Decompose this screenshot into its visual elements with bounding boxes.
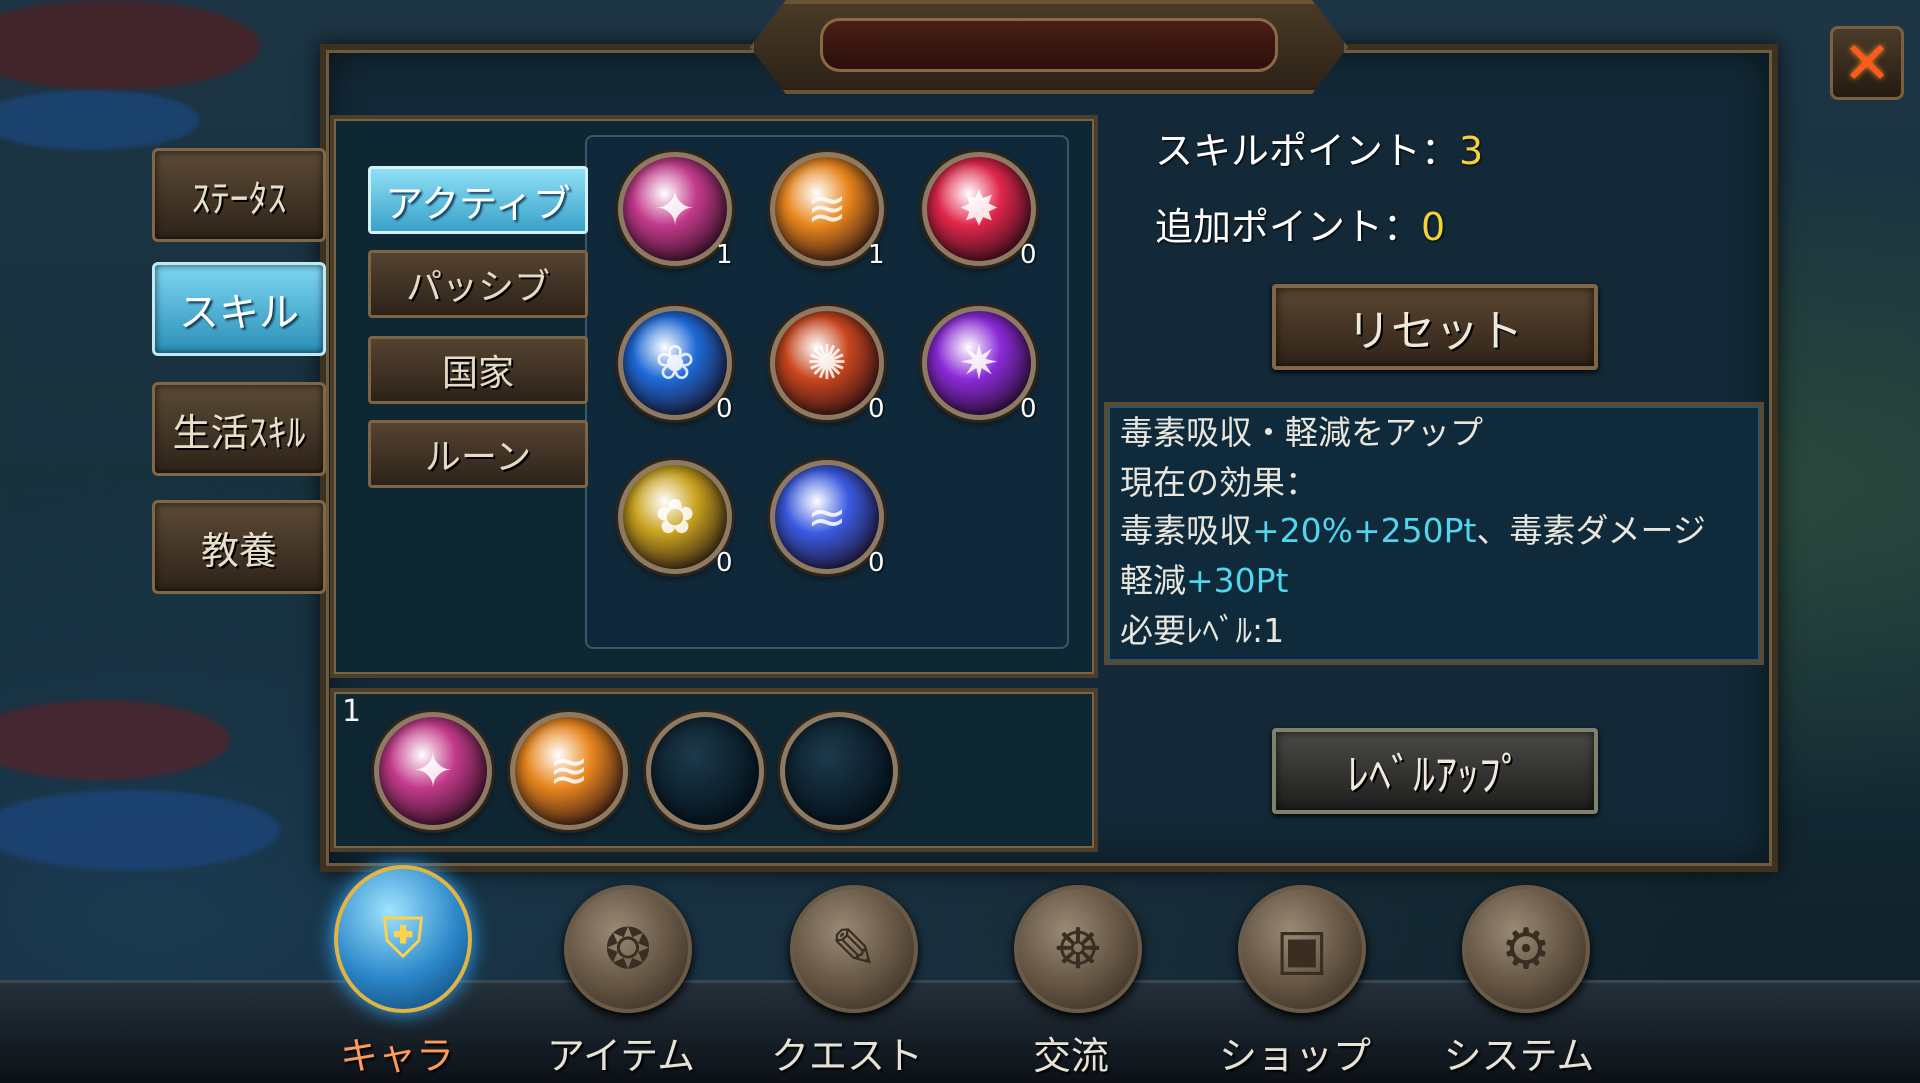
social-dragon-icon: ☸ bbox=[1014, 885, 1142, 1013]
side-tab-skill[interactable]: スキル bbox=[152, 262, 326, 356]
nav-item[interactable]: ⛨ キャラ bbox=[302, 865, 492, 1080]
sub-tab-rune[interactable]: ルーン bbox=[368, 420, 588, 488]
effect-suffix: 、毒素ダメージ bbox=[1476, 511, 1706, 550]
sub-tab-nation[interactable]: 国家 bbox=[368, 336, 588, 404]
description-summary: 毒素吸収・軽減をアップ bbox=[1120, 413, 1483, 452]
starburst-icon: ✸ bbox=[958, 181, 1000, 237]
nav-item[interactable]: ☸ 交流 bbox=[976, 885, 1166, 1080]
golden-lotus-icon: ✿ bbox=[654, 489, 696, 545]
item-bag-icon: ❂ bbox=[564, 885, 692, 1013]
dark-flame-claw-icon: ✦ bbox=[654, 181, 696, 237]
fire-beam-icon: ≋ bbox=[548, 743, 590, 799]
dark-flame-claw-icon: ✦ bbox=[412, 743, 454, 799]
knight-helmet-icon: ⛨ bbox=[334, 865, 472, 1013]
skill-level: 1 bbox=[716, 240, 733, 270]
background-vine bbox=[0, 90, 200, 150]
sub-tab-passive[interactable]: パッシブ bbox=[368, 250, 588, 318]
nav-label: ショップ bbox=[1218, 1034, 1371, 1078]
background-vine bbox=[0, 700, 230, 780]
effect-prefix: 毒素吸収 bbox=[1120, 511, 1252, 550]
system-gear-icon: ⚙ bbox=[1462, 885, 1590, 1013]
skill-points-value: 3 bbox=[1459, 129, 1484, 173]
quickbar-slot[interactable] bbox=[780, 712, 898, 830]
purple-vortex-icon: ✷ bbox=[958, 335, 1000, 391]
blue-wave-icon: ≈ bbox=[806, 489, 848, 545]
skill-orb[interactable]: ✿ bbox=[618, 460, 732, 574]
fire-beam-icon: ≋ bbox=[806, 181, 848, 237]
skill-level: 0 bbox=[716, 394, 733, 424]
skill-orb[interactable]: ≈ bbox=[770, 460, 884, 574]
skill-level: 0 bbox=[1020, 240, 1037, 270]
reduction-value: +30Pt bbox=[1186, 561, 1289, 600]
empty-slot-icon bbox=[651, 717, 759, 825]
skill-level: 1 bbox=[868, 240, 885, 270]
extra-points-value: 0 bbox=[1421, 205, 1446, 249]
nav-item[interactable]: ✎ クエスト bbox=[752, 885, 942, 1080]
skill-level: 0 bbox=[868, 394, 885, 424]
quickbar-slot[interactable]: ≋ bbox=[510, 712, 628, 830]
nav-label: アイテム bbox=[546, 1034, 696, 1078]
skill-orb[interactable]: ✷ bbox=[922, 306, 1036, 420]
quickbar-slot[interactable]: ✦ bbox=[374, 712, 492, 830]
description-effect-line: 毒素吸収+20%+250Pt、毒素ダメージ bbox=[1120, 504, 1706, 552]
level-up-button[interactable]: ﾚﾍﾞﾙｱｯﾌﾟ bbox=[1272, 728, 1598, 814]
skill-points-label: スキルポイント： bbox=[1155, 129, 1460, 173]
description-current-effect-label: 現在の効果： bbox=[1120, 463, 1318, 502]
side-tab-life-skill[interactable]: 生活ｽｷﾙ bbox=[152, 382, 326, 476]
nav-label: システム bbox=[1443, 1034, 1595, 1078]
empty-slot-icon bbox=[785, 717, 893, 825]
quickbar-page-number: 1 bbox=[342, 694, 362, 729]
skill-level: 0 bbox=[1020, 394, 1037, 424]
quest-scroll-icon: ✎ bbox=[790, 885, 918, 1013]
fire-swirl-icon: ✺ bbox=[806, 335, 848, 391]
skill-points-line: スキルポイント：3 bbox=[1155, 120, 1483, 175]
shop-chest-icon: ▣ bbox=[1238, 885, 1366, 1013]
bottom-nav-bar bbox=[0, 980, 1920, 1083]
nav-item[interactable]: ❂ アイテム bbox=[526, 885, 716, 1080]
extra-points-line: 追加ポイント：0 bbox=[1155, 196, 1445, 251]
skill-orb[interactable]: ≋ bbox=[770, 152, 884, 266]
reduction-prefix: 軽減 bbox=[1120, 561, 1186, 600]
quickbar-slot[interactable] bbox=[646, 712, 764, 830]
close-button[interactable]: ✕ bbox=[1830, 26, 1904, 100]
skill-level: 0 bbox=[868, 548, 885, 578]
sub-tab-active[interactable]: アクティブ bbox=[368, 166, 588, 234]
nav-label: キャラ bbox=[339, 1034, 454, 1078]
effect-value: +20%+250Pt bbox=[1252, 511, 1477, 550]
extra-points-label: 追加ポイント： bbox=[1155, 205, 1422, 249]
reset-button[interactable]: リセット bbox=[1272, 284, 1598, 370]
background-vine bbox=[0, 0, 260, 90]
skill-orb[interactable]: ❀ bbox=[618, 306, 732, 420]
skill-orb[interactable]: ✸ bbox=[922, 152, 1036, 266]
description-required-level: 必要ﾚﾍﾞﾙ:1 bbox=[1120, 611, 1285, 650]
skill-orb[interactable]: ✺ bbox=[770, 306, 884, 420]
side-tab-status[interactable]: ｽﾃｰﾀｽ bbox=[152, 148, 326, 242]
nav-label: 交流 bbox=[1032, 1034, 1109, 1078]
skill-orb[interactable]: ✦ bbox=[618, 152, 732, 266]
close-icon: ✕ bbox=[1842, 29, 1892, 97]
nav-item[interactable]: ▣ ショップ bbox=[1200, 885, 1390, 1080]
blue-rose-icon: ❀ bbox=[654, 335, 696, 391]
background-vine bbox=[0, 790, 280, 870]
nav-item[interactable]: ⚙ システム bbox=[1424, 885, 1614, 1080]
description-reduction-line: 軽減+30Pt bbox=[1120, 554, 1288, 602]
skill-level: 0 bbox=[716, 548, 733, 578]
title-banner bbox=[820, 18, 1278, 72]
nav-label: クエスト bbox=[770, 1034, 923, 1078]
side-tab-culture[interactable]: 教養 bbox=[152, 500, 326, 594]
